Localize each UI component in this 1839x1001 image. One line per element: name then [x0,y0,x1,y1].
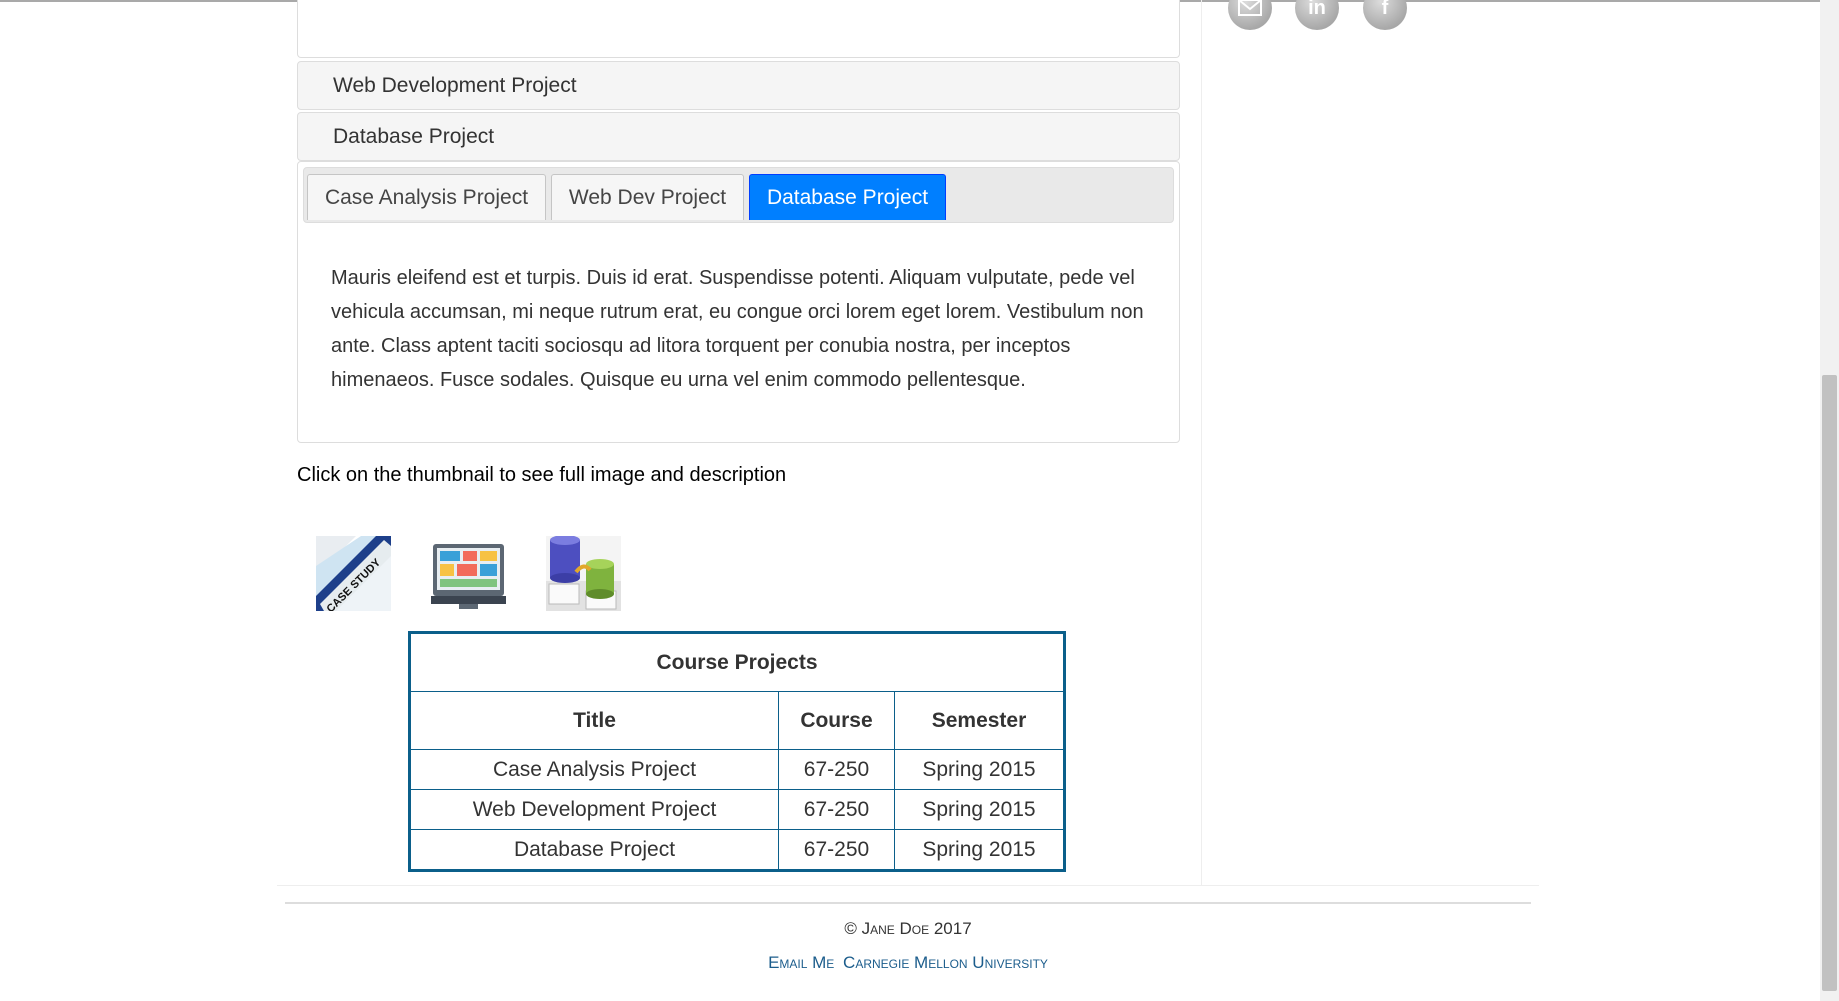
cell-course: 67-250 [778,789,895,830]
linkedin-icon[interactable]: in [1295,0,1339,30]
scrollbar-thumb[interactable] [1822,375,1837,991]
course-projects-table: Course Projects Title Course Semester Ca… [408,631,1066,872]
tab-strip: Case Analysis Project Web Dev Project Da… [303,167,1174,223]
accordion-heading-label: Database Project [333,125,495,148]
table-row: Database Project 67-250 Spring 2015 [409,829,1065,871]
accordion-heading-database[interactable]: Database Project [297,112,1180,161]
cell-title: Database Project [409,829,779,871]
web-dev-thumbnail[interactable] [431,536,506,611]
case-study-thumbnail[interactable]: CASE STUDY [316,536,391,611]
tab-web-dev[interactable]: Web Dev Project [551,174,744,220]
sidebar-divider [1201,0,1202,885]
copyright: © Jane Doe 2017 [844,919,972,938]
footer-divider [285,902,1531,904]
cmu-link[interactable]: Carnegie Mellon University [843,953,1048,972]
tab-content: Mauris eleifend est et turpis. Duis id e… [331,267,1144,391]
thumbnail-hint: Click on the thumbnail to see full image… [297,464,787,486]
column-header-course: Course [778,691,895,750]
cell-semester: Spring 2015 [894,749,1065,790]
cell-course: 67-250 [778,749,895,790]
database-icon [546,536,621,611]
email-me-link[interactable]: Email Me [768,953,834,972]
accordion-panel-database: Case Analysis Project Web Dev Project Da… [297,161,1180,443]
web-dev-icon [431,536,506,611]
accordion-previous-panel [297,0,1180,58]
accordion-heading-label: Web Development Project [333,74,577,97]
facebook-icon[interactable]: f [1363,0,1407,30]
table-row: Web Development Project 67-250 Spring 20… [409,789,1065,830]
table-caption: Course Projects [409,632,1065,692]
cell-semester: Spring 2015 [894,789,1065,830]
database-thumbnail[interactable] [546,536,621,611]
footer-links: Email Me Carnegie Mellon University [0,953,1816,973]
table-row: Case Analysis Project 67-250 Spring 2015 [409,749,1065,790]
column-header-title: Title [409,691,779,750]
cell-course: 67-250 [778,829,895,871]
tab-database[interactable]: Database Project [749,174,946,220]
cell-title: Case Analysis Project [409,749,779,790]
cell-title: Web Development Project [409,789,779,830]
tab-case-analysis[interactable]: Case Analysis Project [307,174,546,220]
column-header-semester: Semester [894,691,1065,750]
content-bottom-rule [277,885,1539,886]
email-icon[interactable] [1228,0,1272,30]
envelope-glyph [1238,0,1262,16]
case-study-icon: CASE STUDY [316,536,391,611]
accordion-heading-web-development[interactable]: Web Development Project [297,61,1180,110]
cell-semester: Spring 2015 [894,829,1065,871]
